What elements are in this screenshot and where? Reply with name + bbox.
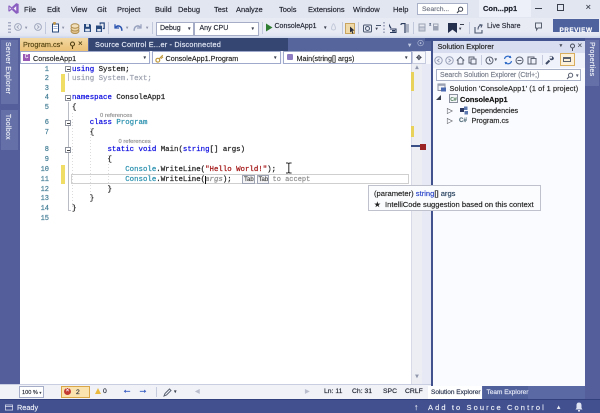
svg-text:²: ² bbox=[429, 23, 432, 30]
svg-text:C#: C# bbox=[450, 97, 457, 103]
